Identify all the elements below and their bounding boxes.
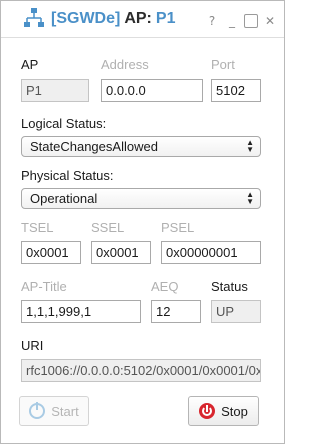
port-label: Port [211,57,235,72]
status-label: Status [211,279,248,294]
status-field: UP [211,300,261,323]
tsel-label: TSEL [21,220,54,235]
uri-label: URI [21,338,44,353]
ap-label: AP: [124,10,152,27]
power-icon [199,403,216,419]
stop-button[interactable]: Stop [188,396,259,426]
chevron-updown-icon: ▲ ▼ [246,138,254,154]
ap-title-field[interactable]: 1,1,1,999,1 [21,300,141,323]
tsel-field[interactable]: 0x0001 [21,241,81,264]
network-icon [24,8,44,27]
minimize-button[interactable]: _ [225,14,239,28]
address-label: Address [101,57,149,72]
power-icon [29,402,46,419]
psel-label: PSEL [161,220,195,235]
physical-status-label: Physical Status: [21,168,114,183]
help-button[interactable]: ? [205,14,219,28]
close-button[interactable]: ✕ [263,14,277,28]
aeq-label: AEQ [151,279,179,294]
ap-field: P1 [21,79,89,102]
group-name: [SGWDe] [51,10,121,27]
start-button-label: Start [51,403,79,419]
chevron-updown-icon: ▲ ▼ [246,190,254,206]
window-title: [SGWDe] AP: P1 [51,10,175,28]
logical-status-select[interactable]: StateChangesAllowed ▲ ▼ [21,136,261,157]
ap-window: [SGWDe] AP: P1 ? _ ✕ AP Address Port P1 0.… [0,0,285,444]
address-field[interactable]: 0.0.0.0 [101,79,203,102]
ssel-field[interactable]: 0x0001 [91,241,151,264]
title-bar: [SGWDe] AP: P1 ? _ ✕ [1,1,284,38]
ap-value: P1 [155,10,176,27]
maximize-button[interactable] [244,14,258,28]
physical-status-select[interactable]: Operational ▲ ▼ [21,188,261,209]
ap-label-field: AP [21,57,39,72]
ap-title-label: AP-Title [21,279,67,294]
ssel-label: SSEL [91,220,125,235]
logical-status-label: Logical Status: [21,116,107,131]
physical-status-value: Operational [30,191,98,206]
start-button[interactable]: Start [19,396,89,426]
uri-field: rfc1006://0.0.0.0:5102/0x0001/0x0001/0x [21,359,261,382]
logical-status-value: StateChangesAllowed [30,139,158,154]
stop-button-label: Stop [221,403,248,419]
port-field[interactable]: 5102 [211,79,261,102]
psel-field[interactable]: 0x00000001 [161,241,261,264]
aeq-field[interactable]: 12 [151,300,201,323]
